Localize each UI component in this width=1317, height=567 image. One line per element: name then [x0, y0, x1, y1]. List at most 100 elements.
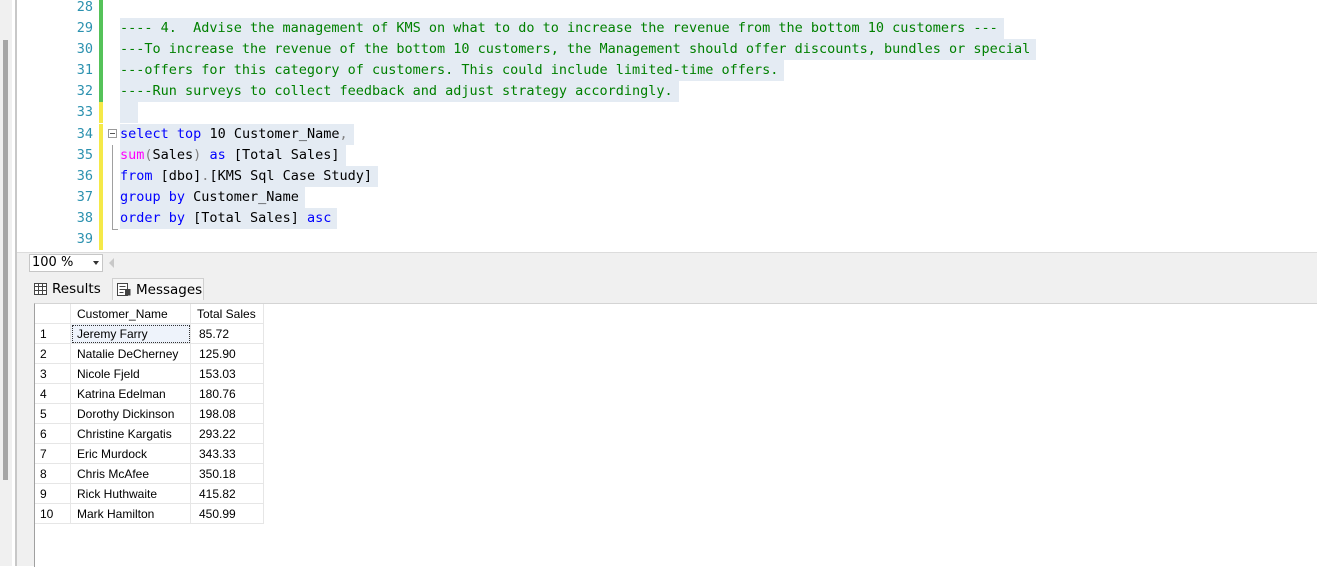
customer-name-cell[interactable]: Chris McAfee — [70, 463, 191, 484]
comment-line: ---To increase the revenue of the bottom… — [120, 39, 1037, 60]
code-line-32[interactable]: 32 ----Run surveys to collect feedback a… — [17, 81, 1317, 102]
table-row[interactable]: 6 Christine Kargatis 293.22 — [35, 423, 264, 444]
outer-scrollbar-thumb[interactable] — [3, 40, 8, 480]
customer-name-cell[interactable]: Christine Kargatis — [70, 423, 191, 444]
change-marker-unsaved — [99, 102, 103, 123]
total-sales-cell[interactable]: 343.33 — [190, 443, 264, 464]
table-row[interactable]: 9 Rick Huthwaite 415.82 — [35, 483, 264, 504]
code-line-31[interactable]: 31 ---offers for this category of custom… — [17, 60, 1317, 81]
collapse-icon[interactable] — [108, 129, 117, 138]
tab-messages[interactable]: Messages — [112, 278, 204, 300]
customer-name-cell[interactable]: Mark Hamilton — [70, 503, 191, 524]
sql-sum-line: sum(Sales) as [Total Sales] — [120, 145, 346, 166]
change-marker-unsaved — [99, 145, 103, 166]
scroll-left-icon[interactable] — [109, 258, 114, 268]
table-row[interactable]: 5 Dorothy Dickinson 198.08 — [35, 403, 264, 424]
results-table: Customer_Name Total Sales 1 Jeremy Farry 8… — [35, 304, 264, 524]
table-row[interactable]: 1 Jeremy Farry 85.72 — [35, 323, 264, 344]
header-row: Customer_Name Total Sales — [35, 304, 264, 324]
row-number: 2 — [35, 343, 71, 364]
zoom-dropdown[interactable]: 100 % — [29, 254, 103, 272]
line-number: 36 — [76, 168, 93, 184]
code-line-36[interactable]: 36 from [dbo].[KMS Sql Case Study] — [17, 166, 1317, 187]
code-line-30[interactable]: 30 ---To increase the revenue of the bot… — [17, 39, 1317, 60]
line-number: 32 — [76, 83, 93, 99]
row-number: 9 — [35, 483, 71, 504]
total-sales-cell[interactable]: 153.03 — [190, 363, 264, 384]
line-number: 38 — [76, 210, 93, 226]
row-number: 10 — [35, 503, 71, 524]
comment-line: ---- 4. Advise the management of KMS on … — [120, 18, 1004, 39]
zoom-value: 100 % — [32, 255, 74, 270]
column-header[interactable]: Customer_Name — [70, 304, 191, 324]
row-number: 5 — [35, 403, 71, 424]
comment-line: ---offers for this category of customers… — [120, 60, 785, 81]
change-marker-saved — [99, 18, 103, 39]
change-marker-saved — [99, 39, 103, 60]
change-marker-saved — [99, 81, 103, 102]
customer-name-cell[interactable]: Katrina Edelman — [70, 383, 191, 404]
sql-group-line: group by Customer_Name — [120, 187, 305, 208]
table-row[interactable]: 8 Chris McAfee 350.18 — [35, 463, 264, 484]
total-sales-cell[interactable]: 450.99 — [190, 503, 264, 524]
results-pane: Results Messages Customer_Name Total Sal… — [17, 272, 1317, 567]
total-sales-cell[interactable]: 180.76 — [190, 383, 264, 404]
customer-name-cell[interactable]: Nicole Fjeld — [70, 363, 191, 384]
total-sales-cell[interactable]: 85.72 — [190, 323, 264, 344]
code-line-33[interactable]: 33 — [17, 102, 1317, 123]
table-row[interactable]: 4 Katrina Edelman 180.76 — [35, 383, 264, 404]
total-sales-cell[interactable]: 415.82 — [190, 483, 264, 504]
line-number: 37 — [76, 189, 93, 205]
sql-order-line: order by [Total Sales] asc — [120, 208, 338, 229]
tab-results[interactable]: Results — [34, 278, 120, 300]
tab-messages-label: Messages — [136, 282, 203, 298]
tab-results-label: Results — [52, 281, 101, 297]
code-line-28[interactable]: 28 — [17, 0, 1317, 18]
line-number: 28 — [76, 0, 93, 15]
table-row[interactable]: 7 Eric Murdock 343.33 — [35, 443, 264, 464]
table-row[interactable]: 10 Mark Hamilton 450.99 — [35, 503, 264, 524]
row-number: 8 — [35, 463, 71, 484]
comment-line: ----Run surveys to collect feedback and … — [120, 81, 679, 102]
grid-icon — [34, 280, 47, 302]
code-line-39[interactable]: 39 — [17, 229, 1317, 250]
change-marker-unsaved — [99, 208, 103, 229]
sql-editor[interactable]: 28 29 ---- 4. Advise the management of K… — [17, 0, 1317, 252]
code-line-29[interactable]: 29 ---- 4. Advise the management of KMS … — [17, 18, 1317, 39]
row-number: 4 — [35, 383, 71, 404]
customer-name-cell[interactable]: Jeremy Farry — [70, 323, 191, 344]
total-sales-cell[interactable]: 198.08 — [190, 403, 264, 424]
chevron-down-icon[interactable] — [93, 261, 99, 265]
customer-name-cell[interactable]: Eric Murdock — [70, 443, 191, 464]
customer-name-cell[interactable]: Dorothy Dickinson — [70, 403, 191, 424]
customer-name-cell[interactable]: Natalie DeCherney — [70, 343, 191, 364]
fold-guide — [112, 145, 113, 230]
code-line-38[interactable]: 38 order by [Total Sales] asc — [17, 208, 1317, 229]
zoom-bar: 100 % — [17, 252, 1317, 273]
corner-cell[interactable] — [35, 304, 71, 324]
messages-icon — [117, 281, 131, 303]
row-number: 6 — [35, 423, 71, 444]
change-marker-unsaved — [99, 229, 103, 250]
total-sales-cell[interactable]: 293.22 — [190, 423, 264, 444]
column-header[interactable]: Total Sales — [190, 304, 264, 324]
code-line-35[interactable]: 35 sum(Sales) as [Total Sales] — [17, 145, 1317, 166]
change-marker-saved — [99, 0, 103, 18]
customer-name-cell[interactable]: Rick Huthwaite — [70, 483, 191, 504]
selection-highlight — [120, 102, 138, 123]
row-number: 1 — [35, 323, 71, 344]
row-number: 3 — [35, 363, 71, 384]
code-line-34[interactable]: 34 select top 10 Customer_Name, — [17, 124, 1317, 145]
outer-scrollbar[interactable] — [0, 0, 12, 566]
total-sales-cell[interactable]: 125.90 — [190, 343, 264, 364]
table-row[interactable]: 2 Natalie DeCherney 125.90 — [35, 343, 264, 364]
line-number: 35 — [76, 147, 93, 163]
change-marker-unsaved — [99, 124, 103, 145]
code-line-37[interactable]: 37 group by Customer_Name — [17, 187, 1317, 208]
results-grid[interactable]: Customer_Name Total Sales 1 Jeremy Farry 8… — [34, 303, 1317, 567]
change-marker-unsaved — [99, 187, 103, 208]
table-row[interactable]: 3 Nicole Fjeld 153.03 — [35, 363, 264, 384]
total-sales-cell[interactable]: 350.18 — [190, 463, 264, 484]
line-number: 33 — [76, 104, 93, 120]
line-number: 29 — [76, 20, 93, 36]
